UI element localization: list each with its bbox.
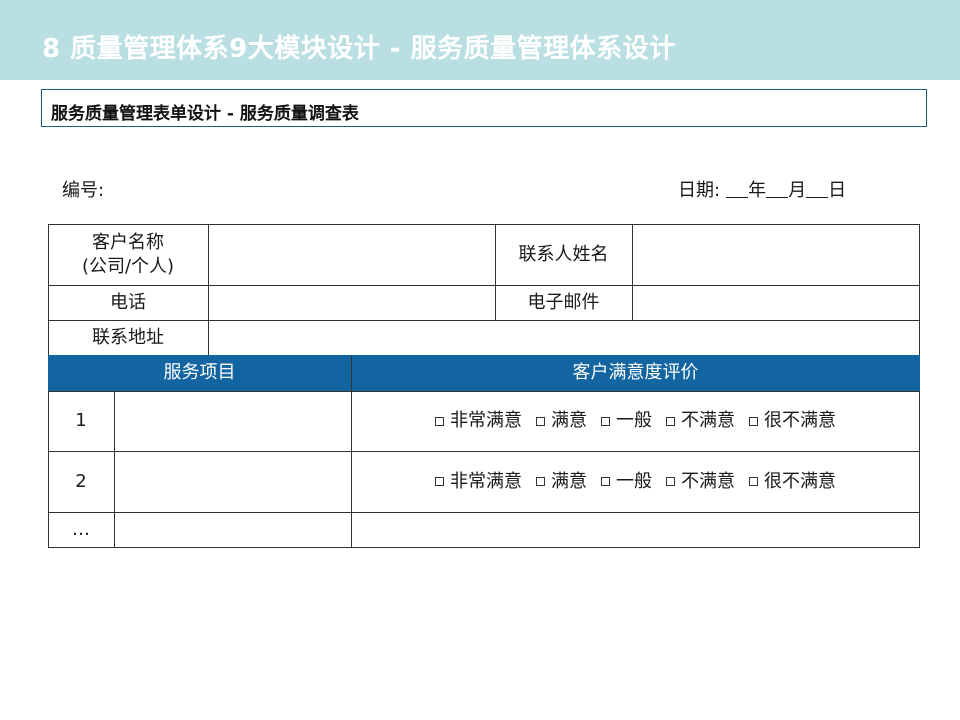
- row-number: 1: [75, 410, 87, 431]
- contact-name-label: 联系人姓名: [518, 243, 609, 265]
- customer-name-label: 客户名称 (公司/个人): [48, 224, 208, 285]
- table-bottom-border: [48, 547, 920, 548]
- phone-label: 电话: [110, 291, 146, 313]
- checkbox-icon: [536, 477, 545, 486]
- service-item-field[interactable]: [115, 392, 351, 451]
- checkbox-icon: [601, 477, 610, 486]
- slide-subtitle: 服务质量管理表单设计 - 服务质量调查表: [51, 104, 359, 124]
- rating-option[interactable]: 非常满意: [435, 409, 522, 433]
- checkbox-icon: [536, 416, 545, 426]
- rating-option[interactable]: 满意: [536, 470, 587, 494]
- row-number: 2: [75, 470, 87, 492]
- address-label: 联系地址: [92, 326, 164, 348]
- rating-option[interactable]: 很不满意: [749, 470, 836, 494]
- address-field[interactable]: [209, 321, 919, 355]
- customer-name-field[interactable]: [209, 225, 495, 285]
- checkbox-icon: [749, 477, 758, 486]
- date-field: 日期: 年月日: [678, 176, 846, 202]
- date-day-label: 日: [828, 180, 847, 201]
- email-label: 电子邮件: [527, 291, 600, 313]
- checkbox-icon: [666, 477, 675, 486]
- rating-option[interactable]: 不满意: [666, 409, 735, 433]
- rating-option[interactable]: 很不满意: [749, 409, 836, 433]
- checkbox-icon: [601, 416, 610, 426]
- rating-option[interactable]: 一般: [601, 409, 652, 433]
- subtitle-box: 服务质量管理表单设计 - 服务质量调查表: [41, 89, 927, 127]
- table-right-border: [919, 224, 920, 355]
- table-right-border: [919, 391, 920, 548]
- service-item-field[interactable]: [115, 452, 351, 512]
- checkbox-icon: [435, 416, 444, 426]
- rating-option[interactable]: 满意: [536, 409, 587, 433]
- date-month-blank: [766, 179, 789, 198]
- checkbox-icon: [435, 477, 444, 486]
- row-number: …: [72, 518, 90, 540]
- checkbox-icon: [749, 416, 758, 426]
- date-year-blank: [726, 179, 749, 198]
- date-year-label: 年: [748, 180, 767, 201]
- header-satisfaction-rating: 客户满意度评价: [572, 362, 699, 383]
- date-day-blank: [806, 179, 829, 198]
- customer-name-label-line2: (公司/个人): [81, 255, 175, 277]
- customer-name-label-line1: 客户名称: [92, 231, 164, 253]
- rating-option[interactable]: 非常满意: [435, 470, 522, 494]
- title-bar: 8 质量管理体系9大模块设计 - 服务质量管理体系设计: [0, 0, 960, 80]
- rating-option[interactable]: 一般: [601, 470, 652, 494]
- service-item-field[interactable]: [115, 513, 351, 547]
- contact-name-field[interactable]: [633, 225, 919, 285]
- email-field[interactable]: [633, 286, 919, 320]
- date-month-label: 月: [788, 180, 807, 201]
- rating-option[interactable]: 不满意: [666, 470, 735, 494]
- rating-options: 非常满意 满意 一般 不满意 很不满意: [352, 391, 919, 451]
- rating-field[interactable]: [352, 513, 919, 547]
- rating-options: 非常满意 满意 一般 不满意 很不满意: [352, 451, 919, 512]
- header-service-item: 服务项目: [163, 362, 236, 383]
- serial-label: 编号:: [62, 180, 105, 201]
- checkbox-icon: [666, 416, 675, 426]
- phone-field[interactable]: [209, 286, 495, 320]
- date-label: 日期:: [678, 180, 721, 201]
- slide-title: 8 质量管理体系9大模块设计 - 服务质量管理体系设计: [42, 34, 676, 64]
